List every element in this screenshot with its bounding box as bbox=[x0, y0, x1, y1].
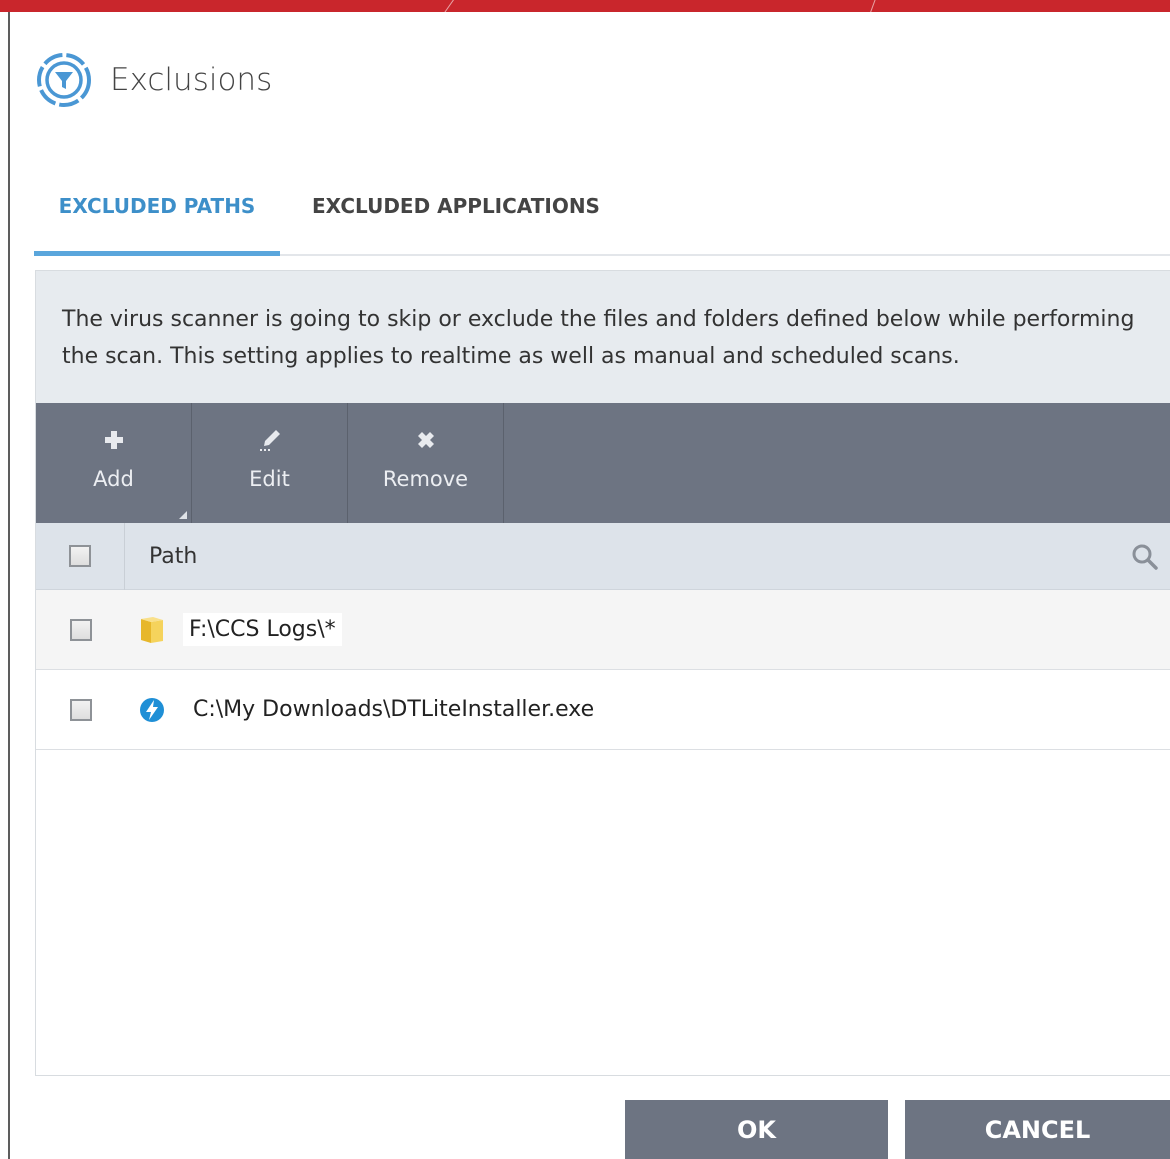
tab-excluded-paths[interactable]: EXCLUDED PATHS bbox=[34, 182, 280, 256]
edit-label: Edit bbox=[249, 467, 290, 491]
pencil-icon bbox=[257, 427, 283, 453]
search-icon[interactable] bbox=[1131, 543, 1159, 571]
exclusions-panel: The virus scanner is going to skip or ex… bbox=[35, 270, 1170, 1076]
tab-bar: EXCLUDED PATHS EXCLUDED APPLICATIONS bbox=[34, 182, 1170, 256]
add-label: Add bbox=[93, 467, 134, 491]
row-checkbox-cell bbox=[36, 618, 125, 641]
daemon-tools-icon bbox=[140, 697, 164, 722]
row-path: F:\CCS Logs\* bbox=[183, 613, 342, 646]
select-all-checkbox[interactable] bbox=[69, 545, 91, 567]
edit-button[interactable]: Edit bbox=[192, 403, 348, 523]
description-text: The virus scanner is going to skip or ex… bbox=[36, 271, 1170, 403]
column-header-path[interactable]: Path bbox=[149, 544, 197, 569]
dropdown-corner-icon[interactable] bbox=[179, 511, 187, 519]
top-brand-bar bbox=[0, 0, 1170, 12]
plus-icon bbox=[101, 427, 127, 453]
row-checkbox[interactable] bbox=[69, 618, 92, 641]
row-checkbox-cell bbox=[36, 698, 125, 721]
remove-button[interactable]: Remove bbox=[348, 403, 504, 523]
row-path: C:\My Downloads\DTLiteInstaller.exe bbox=[193, 697, 595, 722]
page-title: Exclusions bbox=[110, 62, 273, 98]
row-checkbox[interactable] bbox=[69, 698, 92, 721]
table-header: Path bbox=[36, 522, 1170, 590]
ok-button[interactable]: OK bbox=[625, 1100, 888, 1159]
remove-label: Remove bbox=[382, 467, 469, 491]
exclusions-filter-icon bbox=[37, 53, 91, 107]
exclusions-dialog: Exclusions EXCLUDED PATHS EXCLUDED APPLI… bbox=[8, 12, 1170, 1159]
toolbar: Add Edit Remove bbox=[36, 403, 1170, 523]
tab-excluded-applications[interactable]: EXCLUDED APPLICATIONS bbox=[312, 182, 600, 256]
select-all-cell bbox=[36, 522, 125, 590]
cross-icon bbox=[413, 427, 439, 453]
dialog-header: Exclusions bbox=[36, 50, 272, 110]
folder-icon bbox=[141, 616, 163, 643]
add-button[interactable]: Add bbox=[36, 403, 192, 523]
table-row[interactable]: C:\My Downloads\DTLiteInstaller.exe bbox=[36, 670, 1170, 750]
table-row[interactable]: F:\CCS Logs\* bbox=[36, 590, 1170, 670]
cancel-button[interactable]: CANCEL bbox=[905, 1100, 1170, 1159]
